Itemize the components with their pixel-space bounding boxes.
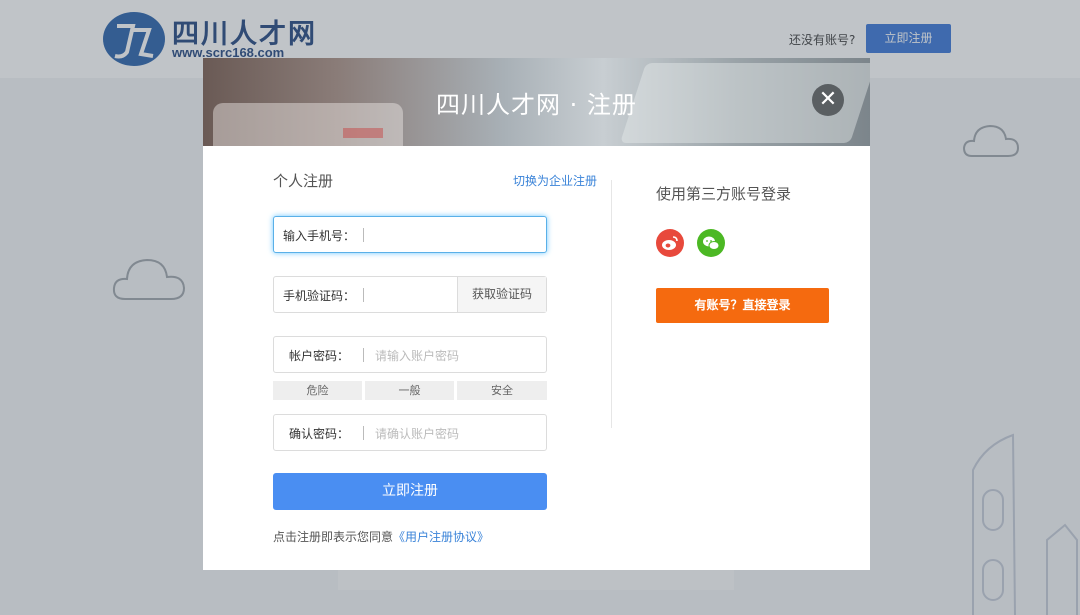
third-party-title: 使用第三方账号登录 bbox=[656, 185, 792, 203]
modal-title: 四川人才网 · 注册 bbox=[436, 91, 637, 119]
register-modal: 四川人才网 · 注册 ✕ 个人注册 切换为企业注册 输入手机号： 手机验证码： … bbox=[203, 58, 870, 570]
confirm-password-field[interactable]: 确认密码： 请确认账户密码 bbox=[273, 414, 547, 451]
direct-login-button[interactable]: 有账号？直接登录 bbox=[656, 288, 829, 323]
password-placeholder: 请输入账户密码 bbox=[375, 349, 460, 363]
submit-register-button[interactable]: 立即注册 bbox=[273, 473, 547, 510]
sms-code-field[interactable]: 手机验证码： 获取验证码 bbox=[273, 276, 547, 313]
sms-label: 手机验证码： bbox=[283, 289, 356, 303]
agreement-text: 点击注册即表示您同意《用户注册协议》 bbox=[273, 528, 489, 545]
section-title: 个人注册 bbox=[273, 172, 334, 190]
input-divider bbox=[363, 348, 364, 362]
agreement-link[interactable]: 《用户注册协议》 bbox=[393, 530, 489, 544]
strength-danger: 危险 bbox=[273, 381, 362, 400]
agreement-prefix: 点击注册即表示您同意 bbox=[273, 530, 394, 544]
modal-header: 四川人才网 · 注册 ✕ bbox=[203, 58, 870, 146]
wechat-icon[interactable] bbox=[697, 229, 725, 257]
input-divider bbox=[363, 288, 364, 302]
strength-normal: 一般 bbox=[365, 381, 454, 400]
confirm-label: 确认密码： bbox=[288, 427, 349, 441]
confirm-placeholder: 请确认账户密码 bbox=[375, 427, 460, 441]
password-field[interactable]: 帐户密码： 请输入账户密码 bbox=[273, 336, 547, 373]
weibo-icon[interactable] bbox=[656, 229, 684, 257]
phone-field[interactable]: 输入手机号： bbox=[273, 216, 547, 253]
input-divider bbox=[363, 426, 364, 440]
switch-enterprise-link[interactable]: 切换为企业注册 bbox=[513, 172, 597, 189]
get-code-button[interactable]: 获取验证码 bbox=[457, 277, 546, 312]
input-divider bbox=[363, 228, 364, 242]
strength-safe: 安全 bbox=[457, 381, 547, 400]
close-icon[interactable]: ✕ bbox=[812, 84, 844, 116]
phone-label: 输入手机号： bbox=[283, 229, 356, 243]
password-strength-meter: 危险 一般 安全 bbox=[273, 381, 547, 400]
password-label: 帐户密码： bbox=[288, 349, 349, 363]
header-photo bbox=[343, 128, 383, 138]
column-divider bbox=[611, 180, 612, 428]
